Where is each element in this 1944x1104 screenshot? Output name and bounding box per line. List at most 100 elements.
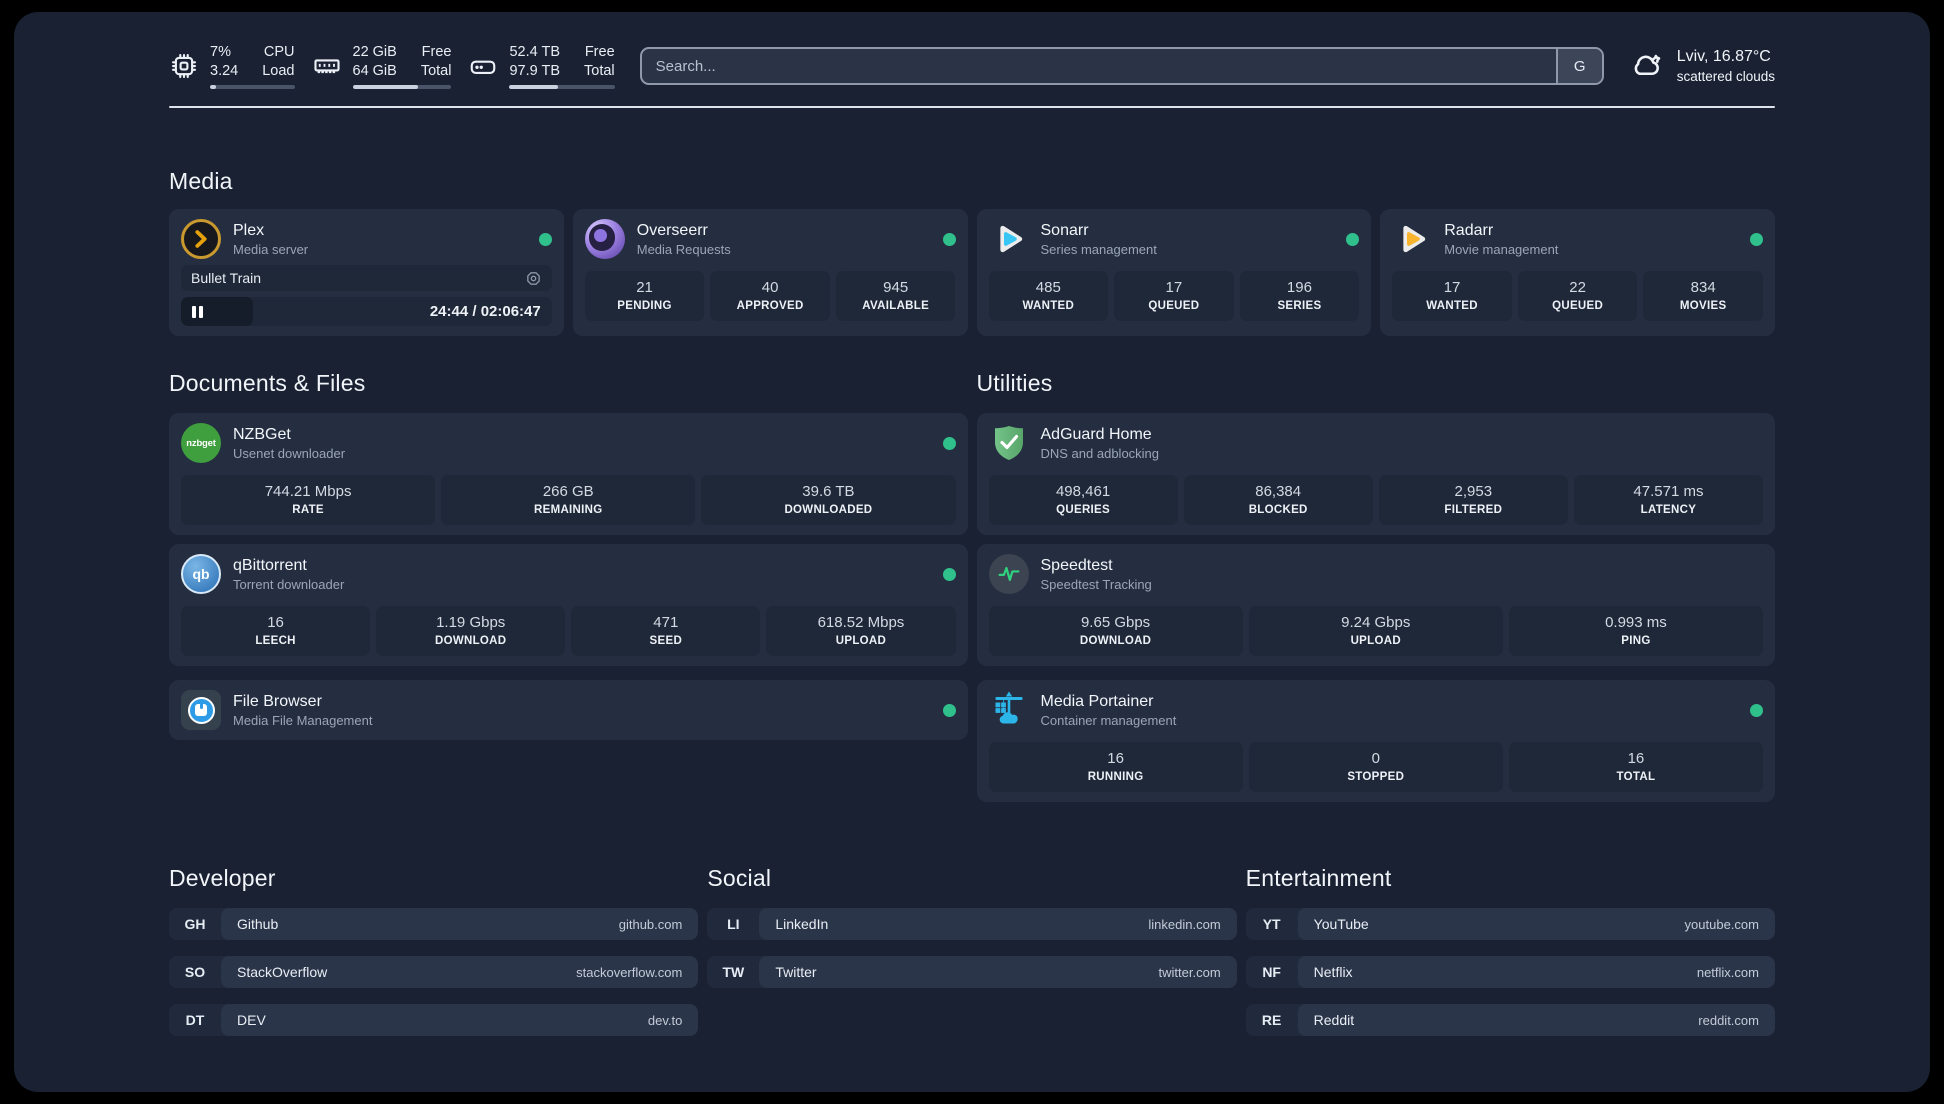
search-input[interactable] bbox=[641, 49, 1556, 83]
stat-label: PING bbox=[1621, 635, 1651, 647]
pause-icon[interactable] bbox=[192, 305, 203, 318]
stat-tile: 498,461 QUERIES bbox=[988, 475, 1178, 525]
memory-icon bbox=[312, 51, 342, 81]
link-twitter[interactable]: TW Twitter twitter.com bbox=[707, 956, 1237, 988]
cast-icon[interactable] bbox=[525, 270, 542, 287]
stat-tile: 39.6 TB DOWNLOADED bbox=[701, 475, 956, 525]
link-tag: TW bbox=[722, 964, 745, 980]
speedtest-icon bbox=[988, 554, 1029, 594]
section-title-utilities: Utilities bbox=[976, 370, 1053, 396]
stat-value: 618.52 Mbps bbox=[817, 614, 905, 631]
middle-grid: Documents & Files nzbget NZBGet Usenet d… bbox=[169, 370, 1775, 811]
links-grid: Developer GH Github github.com SO StackO… bbox=[169, 865, 1775, 1052]
disk-free-label: Free bbox=[584, 43, 615, 60]
speedtest-card[interactable]: Speedtest Speedtest Tracking 9.65 Gbps D… bbox=[976, 544, 1775, 666]
cloud-icon bbox=[1629, 46, 1665, 87]
app-title: Speedtest bbox=[1040, 556, 1113, 574]
link-tag: SO bbox=[184, 964, 206, 980]
plex-card[interactable]: Plex Media server Bullet Train 24:44 / 0… bbox=[169, 209, 564, 336]
link-reddit[interactable]: RE Reddit reddit.com bbox=[1245, 1004, 1775, 1036]
stat-tile: 266 GB REMAINING bbox=[441, 475, 696, 525]
stat-value: 40 bbox=[761, 279, 779, 296]
nzbget-icon: nzbget bbox=[181, 423, 221, 463]
stat-label: DOWNLOAD bbox=[1079, 635, 1152, 647]
stat-tile: 9.65 Gbps DOWNLOAD bbox=[988, 606, 1243, 656]
stat-tile: 618.52 Mbps UPLOAD bbox=[766, 606, 956, 656]
link-stackoverflow[interactable]: SO StackOverflow stackoverflow.com bbox=[169, 956, 699, 988]
radarr-card[interactable]: Radarr Movie management 17 WANTED 22 QUE… bbox=[1380, 209, 1775, 336]
stat-value: 22 bbox=[1569, 279, 1586, 296]
adguard-icon bbox=[989, 423, 1029, 463]
stat-label: SEED bbox=[649, 635, 683, 647]
status-dot bbox=[1750, 232, 1763, 246]
stat-value: 39.6 TB bbox=[802, 483, 855, 500]
stat-tile: 2,953 FILTERED bbox=[1378, 475, 1568, 525]
stat-tile: 16 TOTAL bbox=[1508, 742, 1764, 792]
stat-tile: 22 QUEUED bbox=[1517, 271, 1638, 321]
memory-free-value: 22 GiB bbox=[352, 43, 397, 60]
playback-time: 24:44 / 02:06:47 bbox=[429, 303, 541, 320]
app-title: Plex bbox=[233, 221, 265, 239]
nzbget-card[interactable]: nzbget NZBGet Usenet downloader 744.21 M… bbox=[169, 413, 968, 535]
app-title: File Browser bbox=[233, 692, 322, 710]
stat-tile: 834 MOVIES bbox=[1643, 271, 1763, 321]
dashboard-panel: 7% 3.24 CPU Load 22 GiB 64 GiB Free Tota… bbox=[14, 12, 1930, 1092]
qbittorrent-card[interactable]: qb qBittorrent Torrent downloader 16 LEE… bbox=[169, 544, 968, 666]
stat-tile: 21 PENDING bbox=[584, 271, 705, 321]
stat-tile: 17 QUEUED bbox=[1114, 271, 1234, 321]
disk-progress-bar bbox=[509, 85, 615, 90]
stat-value: 9.65 Gbps bbox=[1080, 614, 1151, 631]
section-title-documents: Documents & Files bbox=[169, 370, 366, 396]
section-title-entertainment: Entertainment bbox=[1245, 865, 1392, 891]
cpu-load-label: Load bbox=[262, 62, 295, 79]
sonarr-card[interactable]: Sonarr Series management 485 WANTED 17 Q… bbox=[976, 209, 1372, 336]
stat-value: 2,953 bbox=[1454, 483, 1493, 500]
memory-stat: 22 GiB 64 GiB Free Total bbox=[312, 43, 452, 90]
developer-column: Developer GH Github github.com SO StackO… bbox=[169, 865, 699, 1052]
overseerr-card[interactable]: Overseerr Media Requests 21 PENDING 40 A… bbox=[572, 209, 968, 336]
app-subtitle: Media Requests bbox=[636, 241, 731, 257]
stat-label: FILTERED bbox=[1444, 504, 1503, 516]
status-dot bbox=[942, 703, 956, 717]
stat-label: LEECH bbox=[255, 635, 296, 647]
sonarr-icon bbox=[989, 219, 1029, 259]
link-url: stackoverflow.com bbox=[576, 964, 683, 980]
disk-total-label: Total bbox=[584, 62, 615, 79]
filebrowser-card[interactable]: File Browser Media File Management bbox=[169, 680, 968, 740]
search-bar: G bbox=[639, 47, 1604, 85]
app-subtitle: Movie management bbox=[1444, 241, 1559, 257]
disk-stat: 52.4 TB 97.9 TB Free Total bbox=[468, 43, 615, 90]
link-tag: NF bbox=[1262, 964, 1281, 980]
link-youtube[interactable]: YT YouTube youtube.com bbox=[1245, 908, 1775, 940]
app-subtitle: Container management bbox=[1040, 712, 1177, 728]
link-dev[interactable]: DT DEV dev.to bbox=[169, 1004, 699, 1036]
now-playing-title: Bullet Train bbox=[191, 270, 262, 286]
app-title: Overseerr bbox=[636, 221, 708, 239]
link-netflix[interactable]: NF Netflix netflix.com bbox=[1245, 956, 1775, 988]
stat-tile: 16 RUNNING bbox=[988, 742, 1243, 792]
link-linkedin[interactable]: LI LinkedIn linkedin.com bbox=[707, 908, 1237, 940]
link-url: github.com bbox=[618, 916, 683, 932]
stat-value: 21 bbox=[636, 279, 653, 296]
stat-tile: 945 AVAILABLE bbox=[835, 271, 956, 321]
stat-tile: 47.571 ms LATENCY bbox=[1573, 475, 1763, 525]
cpu-label: CPU bbox=[263, 43, 295, 60]
filebrowser-icon bbox=[181, 690, 221, 730]
memory-progress-bar bbox=[352, 85, 452, 90]
link-name: StackOverflow bbox=[237, 964, 328, 980]
app-subtitle: Series management bbox=[1040, 241, 1157, 257]
app-title: AdGuard Home bbox=[1040, 425, 1152, 443]
link-tag: LI bbox=[727, 916, 740, 932]
portainer-card[interactable]: Media Portainer Container management 16 … bbox=[976, 680, 1775, 802]
media-card-grid: Plex Media server Bullet Train 24:44 / 0… bbox=[169, 209, 1775, 336]
app-subtitle: Media server bbox=[233, 241, 309, 257]
link-github[interactable]: GH Github github.com bbox=[169, 908, 699, 940]
stat-value: 485 bbox=[1035, 279, 1061, 296]
search-engine-button[interactable]: G bbox=[1555, 49, 1602, 83]
cpu-load-value: 3.24 bbox=[210, 62, 239, 79]
adguard-card[interactable]: AdGuard Home DNS and adblocking 498,461 … bbox=[976, 413, 1775, 535]
stat-value: 16 bbox=[267, 614, 284, 631]
stat-label: WANTED bbox=[1426, 300, 1478, 312]
link-url: youtube.com bbox=[1684, 916, 1759, 932]
app-subtitle: DNS and adblocking bbox=[1040, 445, 1160, 461]
